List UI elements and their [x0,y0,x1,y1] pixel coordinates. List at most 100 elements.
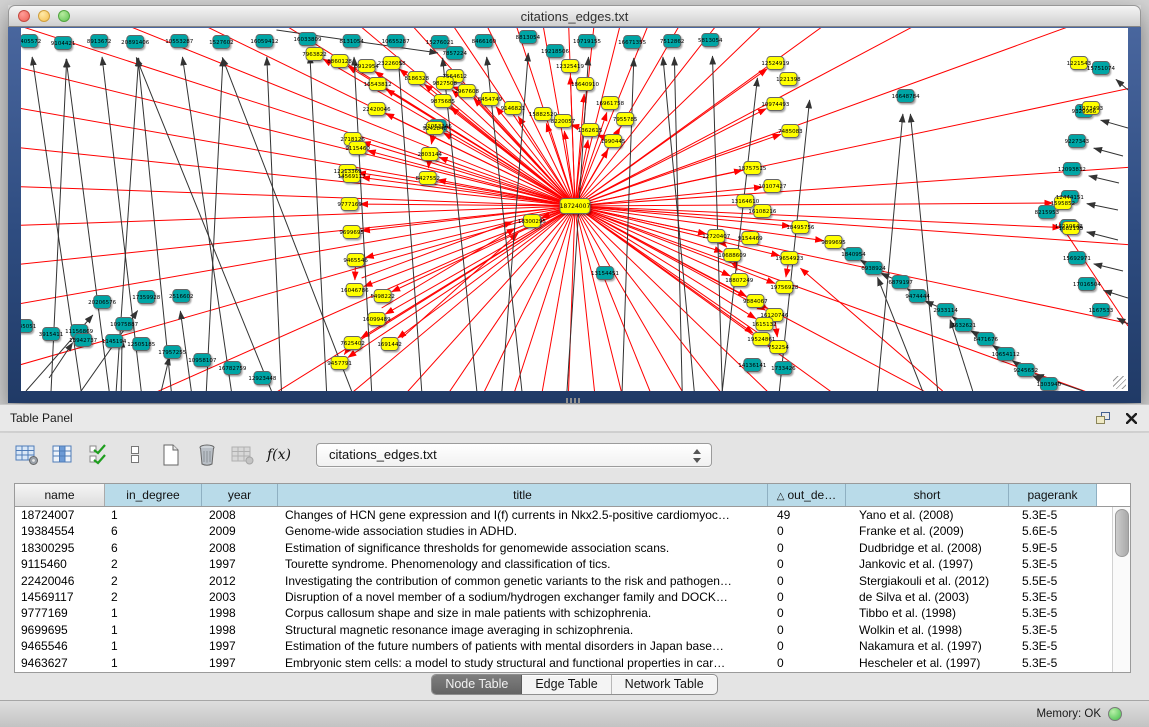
memory-status-label: Memory: OK [1036,708,1101,720]
graph-node-label: 19756928 [770,285,799,291]
graph-node-label: 16059412 [250,39,278,45]
cell-pagerank: 5.5E-5 [1015,573,1104,589]
column-header-name[interactable]: name [15,484,105,506]
graph-edge[interactable] [878,114,903,391]
function-builder-button[interactable]: f(x) [266,443,292,467]
graph-edge[interactable] [182,57,231,391]
table-row[interactable]: 1938455462009Genome-wide association stu… [15,523,1113,539]
table-row[interactable]: 2242004622012Investigating the contribut… [15,573,1113,589]
graph-edge[interactable] [310,55,327,391]
close-window-button[interactable] [18,10,30,22]
graph-node-label: 1221543 [1067,61,1092,67]
graph-edge[interactable] [1087,232,1118,240]
cell-name: 9463627 [15,655,106,671]
graph-node-label: 18807249 [725,278,754,284]
table-mode-button[interactable] [14,443,40,467]
graph-edge[interactable] [51,59,67,391]
column-visibility-button[interactable] [50,443,76,467]
table-vertical-scrollbar[interactable] [1112,507,1130,672]
graph-node-label: 9227343 [1065,139,1090,145]
table-row[interactable]: 969969511998Structural magnetic resonanc… [15,622,1113,638]
graph-edge [575,206,1128,391]
canvas-resize-grip[interactable] [1113,376,1126,389]
graph-edge[interactable] [1087,204,1118,210]
graph-edge[interactable] [267,57,282,391]
cell-name: 9465546 [15,638,106,654]
cell-title: Disruption of a novel member of a sodium… [281,589,772,605]
delete-table-button[interactable] [230,443,256,467]
graph-node-label: 2405572 [21,39,41,45]
graph-edge[interactable] [910,114,937,391]
graph-edge[interactable] [800,268,942,391]
graph-node-label: 15276021 [426,40,454,46]
graph-edge[interactable] [1094,148,1123,156]
tab-network-table[interactable]: Network Table [612,675,717,694]
graph-edge[interactable] [1094,264,1123,271]
column-header-title[interactable]: title [278,484,768,506]
graph-edge[interactable] [1101,120,1128,128]
zoom-window-button[interactable] [58,10,70,22]
graph-node-label: 9154469 [738,236,763,242]
table-row[interactable]: 911546021997Tourette syndrome. Phenomeno… [15,556,1113,572]
graph-node-label: 1973493 [1079,106,1104,112]
create-column-button[interactable] [158,443,184,467]
cell-title: Tourette syndrome. Phenomenology and cla… [281,556,772,572]
column-header-short[interactable]: short [846,484,1009,506]
graph-edge[interactable] [575,203,1053,206]
table-row[interactable]: 946554611997Estimation of the future num… [15,638,1113,654]
table-row[interactable]: 977716911998Corpus callosum shape and si… [15,605,1113,621]
delete-columns-button[interactable] [194,443,220,467]
citation-graph[interactable]: 2405572910442189136722089140610553287152… [21,28,1128,391]
column-header-out_de[interactable]: △out_de… [768,484,846,506]
graph-edge[interactable] [367,151,575,206]
close-panel-icon[interactable] [1123,410,1139,426]
minimize-window-button[interactable] [38,10,50,22]
cell-title: Estimation of significance thresholds fo… [281,540,772,556]
graph-node-label: 8454749 [478,97,503,103]
graph-node-label: 18757515 [738,166,767,172]
cell-pagerank: 5.6E-5 [1015,523,1104,539]
table-panel-body: f(x) citations_edges.txt namein_degreeye… [0,433,1149,700]
select-columns-button[interactable] [86,443,112,467]
column-header-in_degree[interactable]: in_degree [105,484,202,506]
graph-edge[interactable] [357,173,575,206]
column-header-pagerank[interactable]: pagerank [1009,484,1097,506]
graph-node-label: 1691442 [377,342,402,348]
float-panel-icon[interactable] [1095,410,1111,426]
network-window-titlebar[interactable]: citations_edges.txt [8,5,1141,27]
graph-node-label: 7857224 [443,51,468,57]
memory-indicator-icon[interactable] [1108,707,1122,721]
graph-edge[interactable] [663,57,694,391]
table-chooser-dropdown[interactable]: citations_edges.txt [316,443,712,467]
split-handle[interactable] [566,398,582,403]
graph-edge [575,28,1128,206]
cell-in_degree: 6 [106,540,204,556]
scrollbar-thumb[interactable] [1115,509,1129,557]
graph-edge[interactable] [206,58,223,391]
network-window: citations_edges.txt 24055729104421891367… [8,5,1141,403]
cell-title: Estimation of the future numbers of pati… [281,638,772,654]
column-header-year[interactable]: year [202,484,278,506]
table-row[interactable]: 946362711997Embryonic stem cells: a mode… [15,655,1113,671]
graph-node-label: 18300295 [518,219,547,225]
graph-edge[interactable] [161,357,169,391]
table-row[interactable]: 1456911722003Disruption of a novel membe… [15,589,1113,605]
graph-edge[interactable] [136,57,271,391]
table-row[interactable]: 1830029562008Estimation of significance … [15,540,1113,556]
graph-edge[interactable] [575,206,1061,228]
row-options-button[interactable] [122,443,148,467]
graph-node-label: 1527602 [209,40,234,46]
graph-node-label: 7512862 [660,39,685,45]
cell-in_degree: 2 [106,556,204,572]
network-canvas[interactable]: 2405572910442189136722089140610553287152… [21,28,1128,391]
table-panel-header: Table Panel [0,404,1149,432]
graph-edge[interactable] [712,56,722,391]
graph-edge[interactable] [1089,176,1119,183]
tab-edge-table[interactable]: Edge Table [522,675,611,694]
graph-edge[interactable] [1116,79,1128,90]
sort-ascending-icon: △ [777,491,785,502]
graph-edge[interactable] [222,57,351,391]
graph-edge[interactable] [392,206,575,292]
table-row[interactable]: 1872400712008Changes of HCN gene express… [15,507,1113,523]
tab-node-table[interactable]: Node Table [432,675,522,694]
